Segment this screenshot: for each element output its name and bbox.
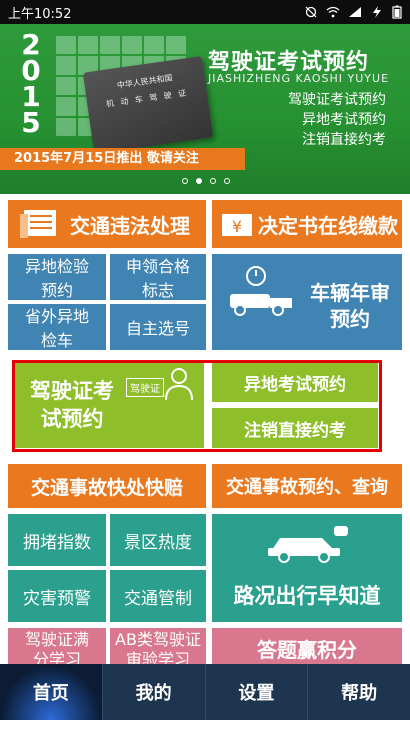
tab-mine[interactable]: 我的 <box>103 664 206 720</box>
tab-help[interactable]: 帮助 <box>308 664 410 720</box>
cancel-exam-tile[interactable]: 注销直接约考 <box>212 408 378 448</box>
year-digit: 5 <box>21 106 41 139</box>
accident-quick-label: 交通事故快处快赔 <box>30 476 183 499</box>
self-plate-label: 自主选号 <box>125 319 190 338</box>
license-points-label: 驾驶证满分学习 <box>24 630 89 668</box>
tab-home-label: 首页 <box>32 683 69 704</box>
remote-exam-tile[interactable]: 异地考试预约 <box>212 362 378 402</box>
congestion-tile[interactable]: 拥堵指数 <box>8 514 106 566</box>
disaster-warning-label: 灾害预警 <box>23 588 91 609</box>
accident-quick-tile[interactable]: 交通事故快处快赔 <box>8 464 206 508</box>
tab-mine-label: 我的 <box>135 683 172 704</box>
ab-class-label: AB类驾驶证审验学习 <box>115 630 201 668</box>
tab-help-label: 帮助 <box>341 683 378 704</box>
car-icon <box>268 526 348 563</box>
banner-bullets: 驾驶证考试预约 异地考试预约 注销直接约考 <box>288 90 386 150</box>
yen-bill-icon: ¥ <box>222 214 252 236</box>
road-status-tile[interactable]: 路况出行早知道 <box>212 514 402 622</box>
quiz-points-tile[interactable]: 答题赢积分 <box>212 628 402 668</box>
ab-class-tile[interactable]: AB类驾驶证审验学习 <box>110 628 206 668</box>
banner-bullet: 驾驶证考试预约 <box>288 92 386 108</box>
carousel-dot[interactable] <box>182 178 188 184</box>
remote-inspection-tile[interactable]: 异地检验预约 <box>8 254 106 300</box>
wifi-icon <box>326 6 340 18</box>
quiz-points-label: 答题赢积分 <box>257 637 357 662</box>
accident-query-label: 交通事故预约、查询 <box>226 477 388 498</box>
apply-label-tile[interactable]: 申领合格标志 <box>110 254 206 300</box>
battery-icon <box>392 5 402 19</box>
bottom-tab-bar: 首页 我的 设置 帮助 <box>0 664 410 720</box>
road-status-label: 路况出行早知道 <box>233 584 381 608</box>
traffic-violation-tile[interactable]: 交通违法处理 <box>8 200 206 248</box>
alarm-icon <box>305 6 317 18</box>
newspaper-icon <box>20 210 56 238</box>
tab-settings[interactable]: 设置 <box>206 664 309 720</box>
congestion-label: 拥堵指数 <box>23 532 91 553</box>
carousel-indicator <box>182 178 230 184</box>
tab-home[interactable]: 首页 <box>0 664 103 720</box>
traffic-violation-label: 交通违法处理 <box>70 213 190 238</box>
out-of-province-label: 省外异地检车 <box>24 307 89 350</box>
banner-carousel[interactable]: 2 0 1 5 中华人民共和国 机 动 车 驾 驶 证 驾驶证考试预约 JIAS… <box>0 24 410 194</box>
license-badge: 驾驶证 <box>126 378 164 397</box>
banner-subtitle: JIASHIZHENG KAOSHI YUYUE <box>208 72 390 85</box>
traffic-control-tile[interactable]: 交通管制 <box>110 570 206 622</box>
status-bar: 上午10:52 <box>0 0 410 24</box>
remote-exam-label: 异地考试预约 <box>244 374 346 395</box>
charging-icon <box>373 6 381 18</box>
remote-inspection-label: 异地检验预约 <box>24 257 89 300</box>
carousel-dot[interactable] <box>224 178 230 184</box>
license-exam-label: 驾驶证考试预约 <box>30 379 114 431</box>
decision-payment-label: 决定书在线缴款 <box>258 213 398 238</box>
banner-year: 2 0 1 5 <box>16 31 46 139</box>
carousel-dot-active[interactable] <box>196 178 202 184</box>
banner-bullet: 注销直接约考 <box>302 132 386 148</box>
traffic-control-label: 交通管制 <box>124 588 192 609</box>
scenic-heat-tile[interactable]: 景区热度 <box>110 514 206 566</box>
tab-settings-label: 设置 <box>238 683 275 704</box>
cancel-exam-label: 注销直接约考 <box>244 420 346 441</box>
disaster-warning-tile[interactable]: 灾害预警 <box>8 570 106 622</box>
apply-label-label: 申领合格标志 <box>125 257 190 300</box>
license-card-image: 中华人民共和国 机 动 车 驾 驶 证 <box>82 56 214 154</box>
person-icon <box>165 368 193 401</box>
status-time: 上午10:52 <box>8 6 72 22</box>
status-icons <box>304 5 402 19</box>
annual-review-tile[interactable]: 车辆年审预约 <box>212 254 402 350</box>
accident-query-tile[interactable]: 交通事故预约、查询 <box>212 464 402 508</box>
banner-notice: 2015年7月15日推出 敬请关注 <box>0 148 245 170</box>
license-exam-tile[interactable]: 驾驶证考试预约 驾驶证 <box>14 362 204 448</box>
self-plate-tile[interactable]: 自主选号 <box>110 304 206 350</box>
signal-icon <box>349 7 361 17</box>
banner-bullet: 异地考试预约 <box>302 112 386 128</box>
out-of-province-tile[interactable]: 省外异地检车 <box>8 304 106 350</box>
tow-truck-icon <box>230 266 292 316</box>
annual-review-label: 车辆年审预约 <box>310 281 390 331</box>
license-points-tile[interactable]: 驾驶证满分学习 <box>8 628 106 668</box>
carousel-dot[interactable] <box>210 178 216 184</box>
scenic-heat-label: 景区热度 <box>124 532 192 553</box>
decision-payment-tile[interactable]: ¥ 决定书在线缴款 <box>212 200 402 248</box>
svg-text:¥: ¥ <box>232 217 242 236</box>
